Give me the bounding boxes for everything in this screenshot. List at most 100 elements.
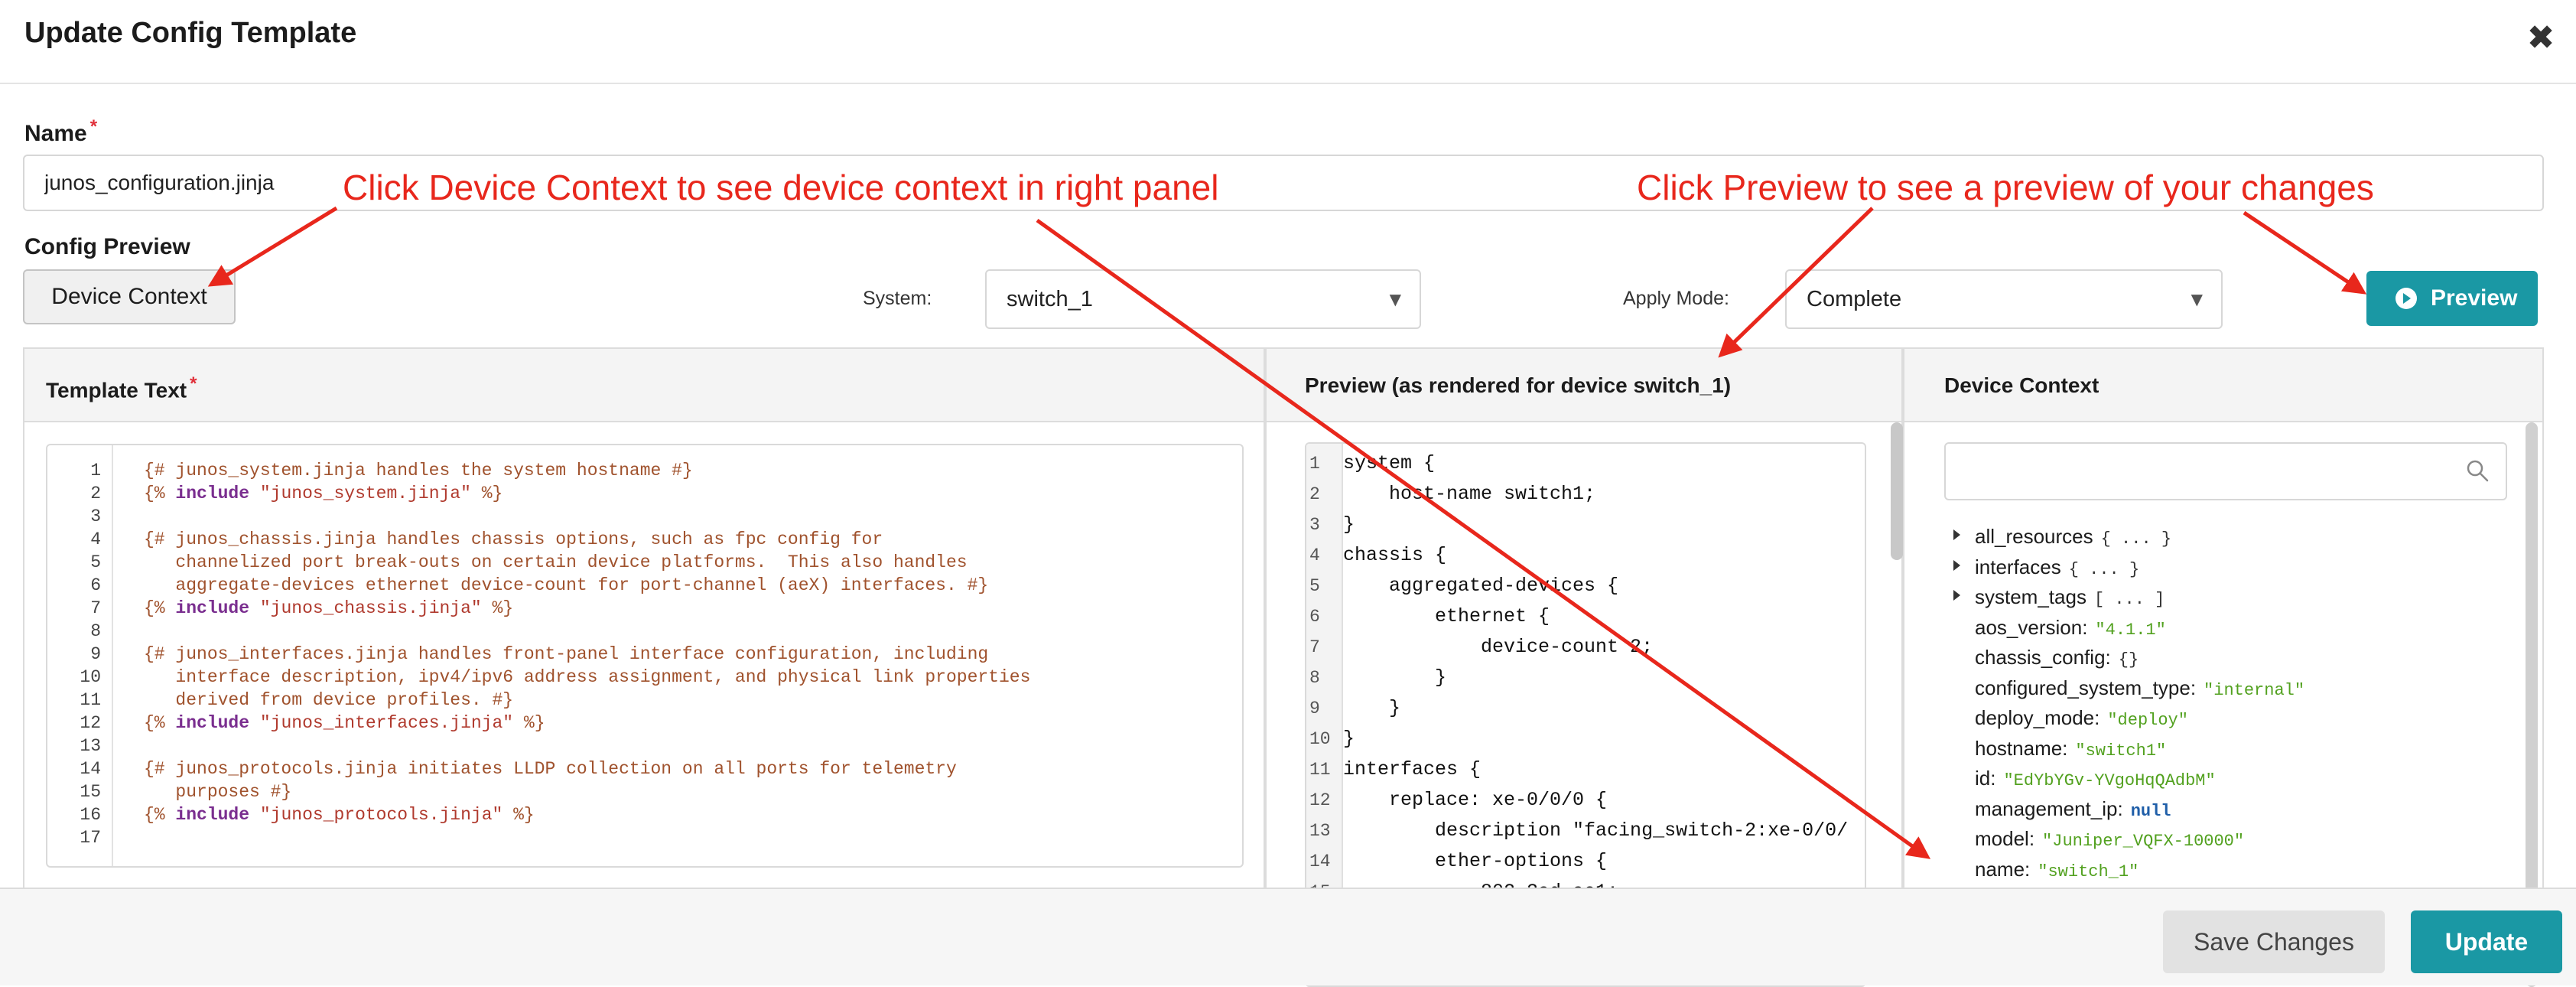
line-number: 15 <box>80 782 101 802</box>
line-number: 1 <box>1309 454 1320 474</box>
context-key: deploy_mode: <box>1975 706 2100 729</box>
system-select-value: switch_1 <box>1007 287 1093 311</box>
template-editor[interactable]: 1 {# junos_system.jinja handles the syste… <box>46 444 1244 868</box>
caret-right-icon[interactable] <box>1953 529 1960 540</box>
line-number: 14 <box>80 759 101 779</box>
context-key: interfaces <box>1975 555 2061 578</box>
preview-line: } <box>1343 513 1355 536</box>
line-number: 9 <box>1309 699 1320 718</box>
code-line: {# junos_protocols.jinja initiates LLDP … <box>144 759 957 779</box>
arrow-to-preview-button <box>2243 210 2367 295</box>
code-line: purposes #} <box>144 782 292 802</box>
context-node-expandable[interactable]: all_resources { ... } <box>1953 525 2172 549</box>
line-number: 7 <box>90 598 101 618</box>
code-line: {# junos_chassis.jinja handles chassis o… <box>144 529 883 549</box>
line-number: 6 <box>90 575 101 595</box>
context-node: id: "EdYbYGv-YVgoHqQAdbM" <box>1975 767 2216 790</box>
line-number: 5 <box>90 552 101 572</box>
code-line: derived from device profiles. #} <box>144 690 514 710</box>
context-value: { ... } <box>2068 559 2140 579</box>
line-number: 4 <box>90 529 101 549</box>
line-number: 12 <box>1309 790 1331 810</box>
close-icon[interactable]: ✖ <box>2522 20 2559 57</box>
preview-button[interactable]: Preview <box>2366 271 2538 326</box>
code-line: aggregate-devices ethernet device-count … <box>144 575 989 595</box>
context-value: "deploy" <box>2107 711 2188 730</box>
context-key: system_tags <box>1975 585 2086 608</box>
context-search-input[interactable] <box>1944 442 2507 500</box>
line-number: 3 <box>90 507 101 526</box>
line-number: 17 <box>80 828 101 848</box>
required-mark: * <box>190 373 197 394</box>
template-panel-header: Template Text * <box>24 349 1264 422</box>
context-search-field[interactable] <box>1946 444 2435 499</box>
caret-right-icon[interactable] <box>1953 559 1960 571</box>
context-node: chassis_config: {} <box>1975 646 2139 669</box>
config-preview-label: Config Preview <box>24 234 190 259</box>
code-line: interface description, ipv4/ipv6 address… <box>144 667 1031 687</box>
line-number: 16 <box>80 805 101 825</box>
context-panel-title: Device Context <box>1944 373 2100 397</box>
name-label: Name * <box>24 116 97 147</box>
context-node: model: "Juniper_VQFX-10000" <box>1975 827 2244 851</box>
line-number: 12 <box>80 713 101 733</box>
context-value: [ ... ] <box>2093 590 2165 609</box>
context-node-expandable[interactable]: interfaces { ... } <box>1953 555 2140 579</box>
annotation-device-context: Click Device Context to see device conte… <box>343 168 1219 207</box>
line-number: 11 <box>80 690 101 710</box>
code-line: {% include "junos_system.jinja" %} <box>144 484 503 503</box>
context-node: deploy_mode: "deploy" <box>1975 706 2188 730</box>
preview-line: system { <box>1343 452 1436 474</box>
preview-line: } <box>1343 666 1447 689</box>
context-value: { ... } <box>2100 529 2172 549</box>
code-line: {# junos_system.jinja handles the system… <box>144 461 693 480</box>
device-context-button[interactable]: Device Context <box>23 269 236 324</box>
code-line: {% include "junos_interfaces.jinja" %} <box>144 713 545 733</box>
preview-button-label: Preview <box>2431 285 2518 311</box>
code-line: {% include "junos_protocols.jinja" %} <box>144 805 535 825</box>
preview-line: aggregated-devices { <box>1343 575 1619 597</box>
context-panel-header: Device Context <box>1904 349 2542 422</box>
line-number: 4 <box>1309 546 1320 565</box>
line-number: 10 <box>80 667 101 687</box>
code-line: {% include "junos_chassis.jinja" %} <box>144 598 514 618</box>
template-panel-title-text: Template Text <box>46 378 187 402</box>
line-number: 3 <box>1309 515 1320 535</box>
dialog-title: Update Config Template <box>24 17 357 49</box>
line-number: 8 <box>1309 668 1320 688</box>
required-mark: * <box>89 116 98 137</box>
update-button[interactable]: Update <box>2411 910 2562 973</box>
line-number: 2 <box>1309 484 1320 504</box>
context-key: hostname: <box>1975 736 2068 760</box>
save-changes-button[interactable]: Save Changes <box>2163 910 2385 973</box>
apply-mode-label: Apply Mode: <box>1623 288 1729 309</box>
caret-right-icon[interactable] <box>1953 590 1960 601</box>
preview-line: device-count 2; <box>1343 636 1654 658</box>
line-number: 13 <box>1309 821 1331 841</box>
code-line: channelized port break-outs on certain d… <box>144 552 968 572</box>
dialog-header: Update Config Template ✖ <box>0 0 2576 84</box>
apply-mode-select[interactable]: Complete ▼ <box>1785 269 2223 329</box>
context-node-expandable[interactable]: system_tags [ ... ] <box>1953 585 2165 609</box>
context-node: aos_version: "4.1.1" <box>1975 616 2166 640</box>
context-value: "EdYbYGv-YVgoHqQAdbM" <box>2003 771 2216 790</box>
line-number: 5 <box>1309 576 1320 596</box>
code-line: {# junos_interfaces.jinja handles front-… <box>144 644 989 664</box>
preview-panel-title: Preview (as rendered for device switch_1… <box>1305 373 1732 397</box>
preview-line: replace: xe-0/0/0 { <box>1343 789 1608 811</box>
context-value: "4.1.1" <box>2095 620 2166 640</box>
context-key: model: <box>1975 827 2035 850</box>
context-key: chassis_config: <box>1975 646 2111 669</box>
context-value: "Juniper_VQFX-10000" <box>2042 832 2245 851</box>
preview-scrollbar[interactable] <box>1891 422 1903 560</box>
preview-line: interfaces { <box>1343 758 1482 780</box>
line-number: 1 <box>90 461 101 480</box>
context-key: id: <box>1975 767 1996 790</box>
search-icon <box>2467 460 2489 482</box>
context-key: aos_version: <box>1975 615 2088 639</box>
context-key: name: <box>1975 857 2031 881</box>
play-icon <box>2395 288 2417 309</box>
caret-down-icon: ▼ <box>2191 290 2203 308</box>
line-number: 11 <box>1309 760 1331 780</box>
system-select[interactable]: switch_1 ▼ <box>985 269 1421 329</box>
